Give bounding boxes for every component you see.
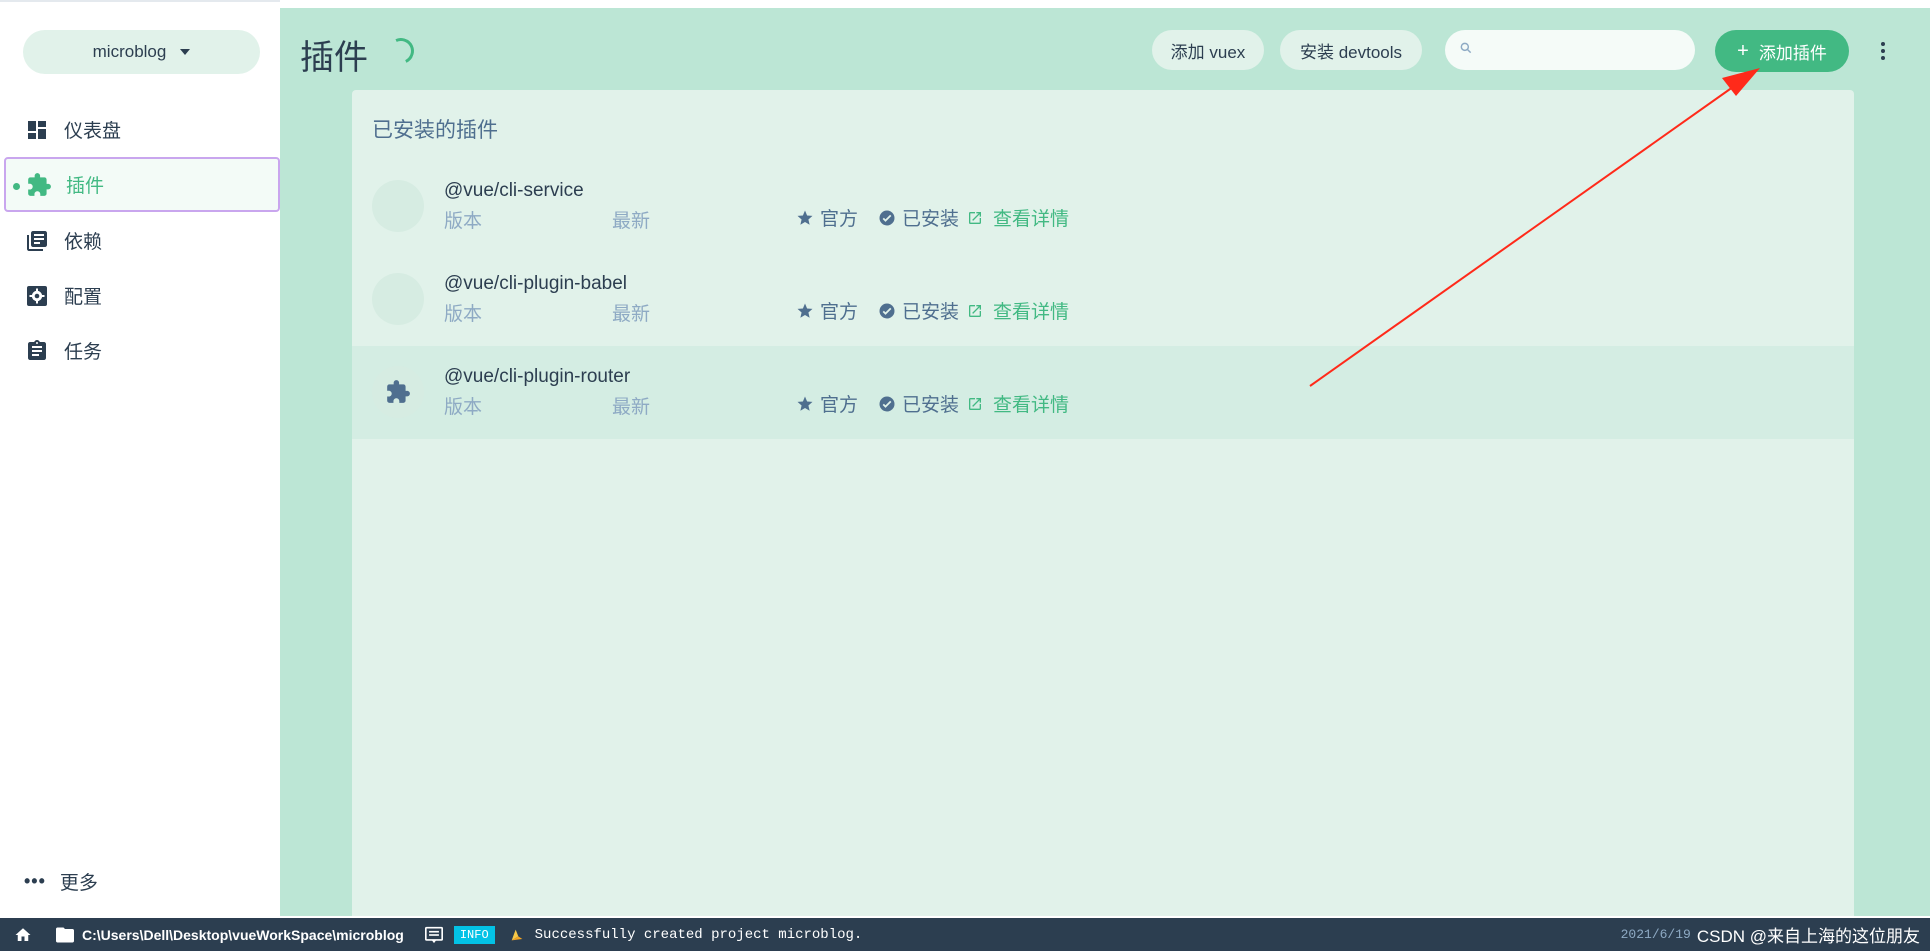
plugin-row[interactable]: @vue/cli-plugin-babel 版本 最新 官方 已安装 查看详情 [352, 253, 1854, 346]
plugin-version-value: 最新 [612, 304, 651, 325]
more-button[interactable]: ••• 更多 [24, 868, 98, 895]
star-icon [797, 303, 813, 318]
star-icon [797, 396, 813, 411]
plugin-badges: 官方 已安装 查看详情 [796, 390, 1069, 417]
add-vuex-button[interactable]: 添加 vuex [1152, 30, 1264, 70]
installed-plugins-panel: 已安装的插件 @vue/cli-service 版本 最新 官方 已安装 查看详… [352, 90, 1854, 916]
project-selector[interactable]: microblog [23, 30, 260, 74]
plugin-version-value: 最新 [612, 211, 651, 232]
official-badge: 官方 [796, 204, 858, 231]
log-level-badge: INFO [453, 925, 495, 944]
check-circle-icon [879, 210, 895, 225]
plugin-version-value: 最新 [612, 397, 651, 418]
sidebar: microblog 仪表盘 插件 依赖 配置 任务 ••• 更多 [0, 0, 280, 916]
open-in-new-icon [969, 304, 982, 317]
assignment-icon [24, 338, 50, 364]
dashboard-icon [24, 117, 50, 143]
status-bar: C:\Users\Dell\Desktop\vueWorkSpace\micro… [0, 918, 1930, 951]
sidebar-item-label: 仪表盘 [64, 121, 122, 142]
more-label: 更多 [59, 873, 98, 894]
plugin-name: @vue/cli-service [444, 180, 584, 201]
project-path-text: C:\Users\Dell\Desktop\vueWorkSpace\micro… [82, 926, 404, 943]
search-input[interactable] [1481, 41, 1681, 59]
plugin-version-label: 版本 [444, 304, 483, 325]
library-books-icon [24, 228, 50, 254]
watermark: CSDN @来自上海的这位朋友 [1696, 927, 1920, 946]
install-devtools-button[interactable]: 安装 devtools [1280, 30, 1422, 70]
main-area: 插件 添加 vuex 安装 devtools + 添加插件 已安装的插件 @vu… [280, 8, 1930, 916]
view-details-link[interactable]: 查看详情 [967, 204, 1069, 231]
puzzle-icon [387, 380, 410, 403]
settings-icon [24, 283, 50, 309]
project-name: microblog [92, 42, 167, 61]
view-details-label: 查看详情 [993, 395, 1070, 416]
more-vert-icon[interactable] [1880, 42, 1886, 60]
sidebar-item-config[interactable]: 配置 [4, 268, 280, 323]
sidebar-item-label: 任务 [64, 342, 103, 363]
check-circle-icon [879, 303, 895, 318]
plugin-version-label: 版本 [444, 397, 483, 418]
sidebar-item-label: 配置 [64, 287, 103, 308]
caret-down-icon [180, 49, 191, 55]
sidebar-item-dashboard[interactable]: 仪表盘 [4, 102, 280, 157]
official-badge: 官方 [796, 297, 858, 324]
plugin-avatar [372, 180, 424, 232]
console-log-icon[interactable] [424, 926, 444, 944]
plugin-name: @vue/cli-plugin-router [444, 366, 631, 387]
view-details-label: 查看详情 [993, 302, 1070, 323]
open-in-new-icon [969, 211, 982, 224]
add-plugin-label: 添加插件 [1758, 43, 1827, 63]
puzzle-icon [26, 172, 52, 198]
open-in-new-icon [969, 397, 982, 410]
rocket-icon [509, 927, 525, 943]
plugin-avatar [372, 366, 424, 418]
view-details-label: 查看详情 [993, 209, 1070, 230]
loading-spinner-icon [384, 34, 418, 68]
search-field[interactable] [1445, 30, 1695, 70]
home-icon[interactable] [14, 926, 36, 944]
installed-label: 已安装 [902, 302, 960, 323]
folder-icon [56, 927, 74, 942]
plugin-badges: 官方 已安装 查看详情 [796, 297, 1069, 324]
installed-label: 已安装 [902, 209, 960, 230]
view-details-link[interactable]: 查看详情 [967, 297, 1069, 324]
search-icon [1459, 41, 1473, 60]
sidebar-item-label: 插件 [66, 176, 105, 197]
plugin-badges: 官方 已安装 查看详情 [796, 204, 1069, 231]
installed-label: 已安装 [902, 395, 960, 416]
check-circle-icon [879, 396, 895, 411]
more-horiz-icon: ••• [24, 871, 46, 891]
plugin-avatar [372, 273, 424, 325]
status-timestamp: 2021/6/19 [1620, 927, 1691, 942]
official-label: 官方 [820, 302, 859, 323]
installed-badge: 已安装 [878, 390, 959, 417]
installed-badge: 已安装 [878, 297, 959, 324]
star-icon [797, 210, 813, 225]
plus-icon: + [1737, 39, 1749, 62]
install-devtools-label: 安装 devtools [1299, 42, 1403, 62]
add-plugin-button[interactable]: + 添加插件 [1715, 30, 1849, 72]
official-label: 官方 [820, 209, 859, 230]
project-path[interactable]: C:\Users\Dell\Desktop\vueWorkSpace\micro… [56, 927, 404, 943]
status-message: Successfully created project microblog. [534, 926, 863, 943]
installed-badge: 已安装 [878, 204, 959, 231]
sidebar-item-dependencies[interactable]: 依赖 [4, 213, 280, 268]
add-vuex-label: 添加 vuex [1170, 42, 1246, 62]
view-details-link[interactable]: 查看详情 [967, 390, 1069, 417]
sidebar-item-label: 依赖 [64, 232, 103, 253]
sidebar-item-tasks[interactable]: 任务 [4, 323, 280, 378]
plugin-version-label: 版本 [444, 211, 483, 232]
page-title: 插件 [300, 39, 368, 77]
plugin-row[interactable]: @vue/cli-plugin-router 版本 最新 官方 已安装 查看详情 [352, 346, 1854, 439]
panel-title: 已安装的插件 [372, 119, 498, 142]
official-badge: 官方 [796, 390, 858, 417]
official-label: 官方 [820, 395, 859, 416]
plugin-name: @vue/cli-plugin-babel [444, 273, 627, 294]
plugin-row[interactable]: @vue/cli-service 版本 最新 官方 已安装 查看详情 [352, 160, 1854, 253]
status-right: 2021/6/19 CSDN @来自上海的这位朋友 [1621, 918, 1920, 951]
sidebar-item-plugins[interactable]: 插件 [4, 157, 280, 212]
